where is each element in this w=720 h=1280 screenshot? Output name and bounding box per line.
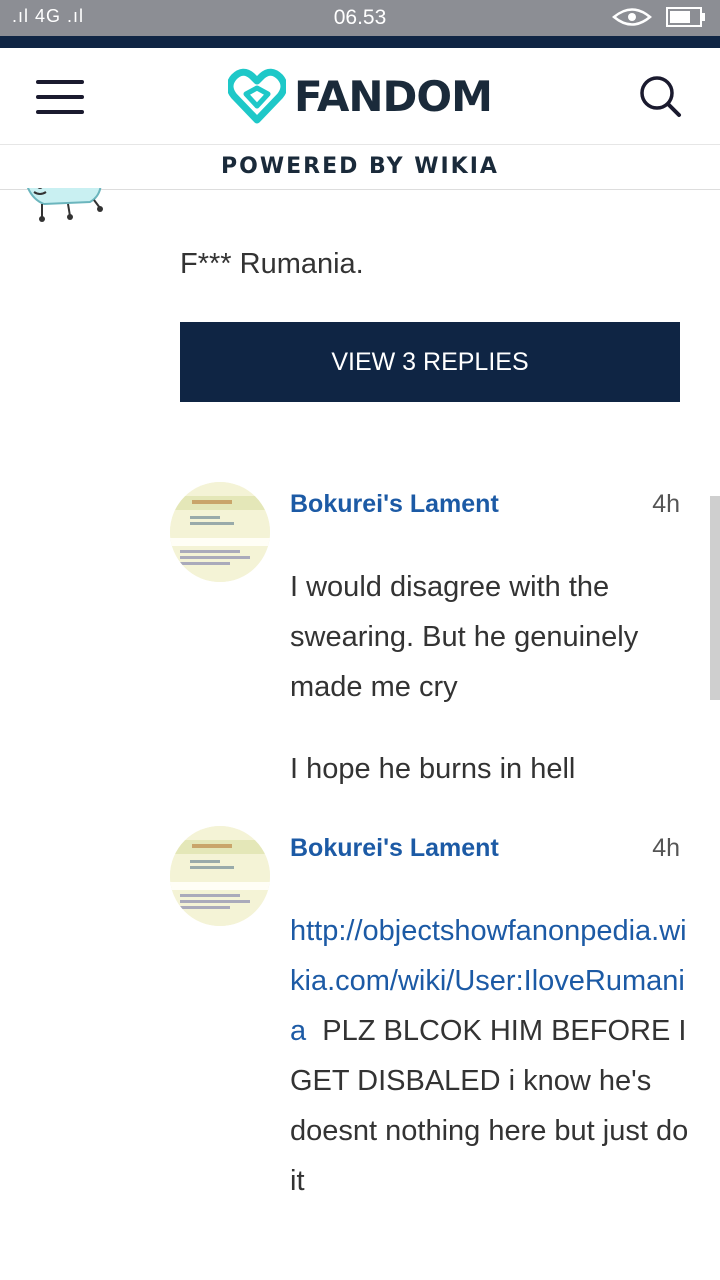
battery-icon	[666, 7, 705, 27]
view-replies-button[interactable]: VIEW 3 REPLIES	[180, 322, 680, 402]
status-icons	[612, 6, 706, 28]
fandom-logo[interactable]: FANDOM	[228, 68, 493, 124]
comment-body: http://objectshowfanonpedia.wikia.com/wi…	[290, 906, 690, 1206]
comment-paragraph: I would disagree with the swearing. But …	[290, 571, 639, 703]
character-avatar-image	[26, 188, 103, 222]
comment-text: PLZ BLCOK HIM BEFORE I GET DISBALED i kn…	[290, 1015, 697, 1197]
eye-icon	[612, 8, 652, 26]
powered-by-banner: POWERED BY WIKIA	[0, 144, 720, 190]
comment-author[interactable]: Bokurei's Lament	[290, 834, 499, 863]
screenshot-thumbnail-image	[170, 482, 270, 582]
fandom-heart-icon	[228, 68, 286, 124]
hamburger-menu-icon[interactable]	[36, 80, 84, 114]
status-bar: .ıl 4G .ıl 06.53	[0, 0, 720, 36]
comment-paragraph: I hope he burns in hell	[290, 753, 576, 785]
logo-text: FANDOM	[294, 71, 493, 121]
comment-text: F*** Rumania.	[180, 248, 364, 280]
comments-feed: F*** Rumania. VIEW 3 REPLIES Bokurei's L…	[0, 188, 720, 1280]
comment-time: 4h	[652, 834, 680, 862]
site-header: FANDOM	[0, 48, 720, 144]
avatar[interactable]	[24, 188, 114, 231]
screenshot-thumbnail-image	[170, 826, 270, 926]
comment-time: 4h	[652, 490, 680, 518]
avatar[interactable]	[170, 482, 270, 582]
scrollbar-thumb[interactable]	[710, 496, 720, 700]
avatar[interactable]	[170, 826, 270, 926]
header-accent-strip	[0, 36, 720, 48]
comment-author[interactable]: Bokurei's Lament	[290, 490, 499, 519]
search-icon[interactable]	[638, 74, 682, 118]
